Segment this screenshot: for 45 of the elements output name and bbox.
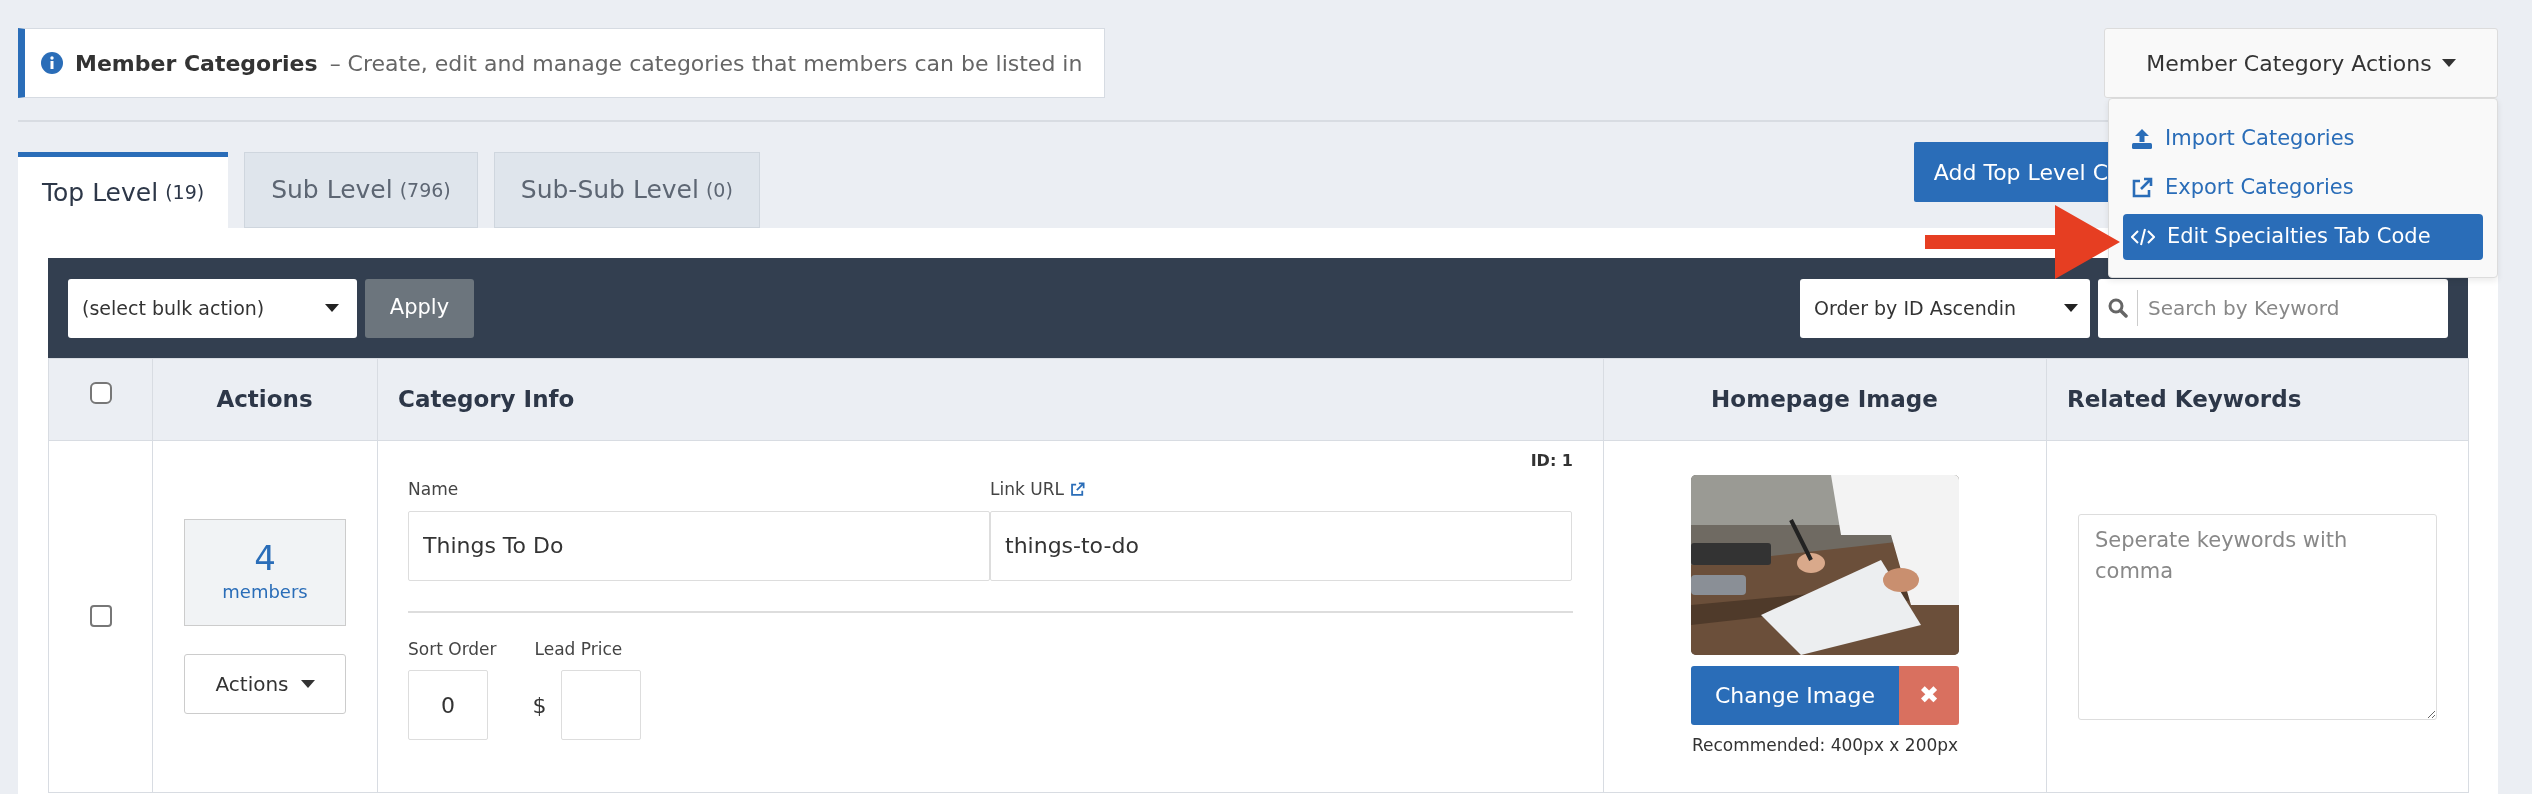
bulk-action-select[interactable]: (select bulk action) [68, 278, 357, 338]
menu-item[interactable]: Export Categories [2123, 165, 2483, 211]
search-field[interactable]: Search by Keyword [2098, 278, 2448, 338]
column-header: Category Info [398, 386, 575, 413]
remove-image-button[interactable]: ✖ [1899, 665, 1959, 725]
currency-symbol: $ [532, 692, 547, 720]
keywords-field[interactable]: Seperate keywords with comma [2078, 513, 2437, 720]
tab[interactable]: Sub-Sub Level (0) [493, 152, 760, 228]
name-field[interactable]: Things To Do [408, 510, 990, 581]
banner-title: Member Categories [75, 49, 318, 78]
menu-item[interactable]: Import Categories [2123, 116, 2483, 162]
banner-description: – Create, edit and manage categories that members can be listed in [329, 49, 1083, 78]
caret-icon [300, 680, 315, 688]
apply-button[interactable]: Apply [365, 278, 474, 338]
order-select[interactable]: Order by ID Ascendin [1800, 278, 2090, 338]
field-label: Lead Price [534, 637, 623, 661]
column-header: Actions [216, 386, 313, 413]
caret-icon [325, 304, 339, 312]
image-size-hint: Recommended: 400px x 200px [1691, 734, 1959, 755]
category-actions-dropdown[interactable]: Member Category Actions [2104, 28, 2498, 98]
select-all-checkbox[interactable] [89, 382, 112, 405]
column-header: Related Keywords [2067, 386, 2302, 413]
caret-icon [2064, 304, 2078, 312]
row-checkbox[interactable] [89, 604, 112, 627]
external-link-icon [2131, 177, 2153, 199]
lead-price-field[interactable] [560, 670, 641, 740]
info-icon [41, 52, 63, 74]
field-label: Name [408, 478, 459, 501]
code-icon [2131, 228, 2155, 246]
menu-item[interactable]: Edit Specialties Tab Code [2123, 214, 2483, 260]
row-actions-dropdown[interactable]: Actions [184, 654, 346, 714]
tab[interactable]: Sub Level (796) [244, 152, 478, 228]
column-header: Homepage Image [1711, 386, 1938, 413]
field-label: Sort Order [408, 637, 497, 661]
field-label: Link URL [990, 478, 1064, 501]
link-url-field[interactable]: things-to-do [990, 510, 1572, 581]
search-icon [2107, 298, 2128, 318]
caret-icon [2441, 59, 2456, 67]
category-id: ID: 1 [1530, 451, 1573, 470]
sort-order-field[interactable]: 0 [408, 670, 488, 740]
upload-icon [2131, 129, 2153, 149]
external-link-icon[interactable] [1069, 482, 1085, 498]
tab[interactable]: Top Level (19) [18, 152, 229, 228]
members-count-box[interactable]: 4 members [184, 519, 346, 626]
change-image-button[interactable]: Change Image [1691, 665, 1899, 725]
